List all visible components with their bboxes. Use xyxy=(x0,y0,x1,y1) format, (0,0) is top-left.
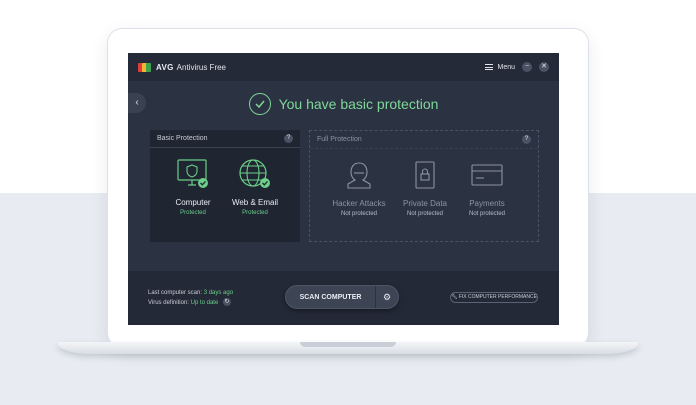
product-name: Antivirus Free xyxy=(176,62,227,72)
feature-name: Hacker Attacks xyxy=(332,199,386,208)
last-scan-label: Last computer scan: xyxy=(148,290,203,296)
check-circle-icon xyxy=(248,93,271,115)
virus-definition-label: Virus definition: xyxy=(148,300,189,306)
feature-payments[interactable]: Payments Not protected xyxy=(452,159,522,217)
feature-name: Web & Email xyxy=(231,198,279,207)
feature-computer[interactable]: Computer Protected xyxy=(158,158,228,216)
protection-headline: You have basic protection xyxy=(128,92,559,116)
feature-status: Protected xyxy=(242,210,268,216)
card-icon xyxy=(452,159,522,191)
minimize-button[interactable]: − xyxy=(522,62,532,72)
feature-web-email[interactable]: Web & Email Protected xyxy=(220,158,290,216)
scan-computer-button[interactable]: SCAN COMPUTER xyxy=(286,294,375,301)
globe-icon xyxy=(220,158,290,190)
basic-protection-panel: Basic Protection ? Computer Protected We… xyxy=(150,130,300,242)
feature-name: Computer xyxy=(175,198,211,207)
app-window: AVG Antivirus Free Menu − ✕ ‹ You have b… xyxy=(128,53,559,325)
hamburger-icon xyxy=(485,64,494,70)
feature-hacker-attacks[interactable]: Hacker Attacks Not protected xyxy=(324,159,394,217)
close-button[interactable]: ✕ xyxy=(539,62,549,72)
scan-button-group: SCAN COMPUTER ⚙ xyxy=(286,286,398,308)
help-icon[interactable]: ? xyxy=(522,135,531,144)
logo-text: AVG xyxy=(156,62,174,72)
fix-performance-label: FIX COMPUTER PERFORMANCE xyxy=(458,294,537,300)
monitor-shield-icon xyxy=(158,158,228,190)
laptop-notch xyxy=(300,342,396,347)
feature-name: Private Data xyxy=(402,199,448,208)
headline-text: You have basic protection xyxy=(278,96,439,112)
app-logo: AVG xyxy=(138,62,174,72)
menu-button[interactable]: Menu xyxy=(485,64,515,71)
avg-logo-icon xyxy=(138,62,152,72)
feature-status: Not protected xyxy=(340,211,378,217)
help-icon[interactable]: ? xyxy=(284,134,293,143)
feature-status: Not protected xyxy=(406,211,444,217)
full-protection-panel: Full Protection ? Hacker Attacks Not pro… xyxy=(309,130,539,242)
feature-private-data[interactable]: Private Data Not protected xyxy=(390,159,460,217)
gear-icon[interactable]: ⚙ xyxy=(376,292,398,303)
feature-name: Payments xyxy=(469,199,505,208)
menu-label: Menu xyxy=(497,63,515,71)
feature-status: Not protected xyxy=(468,211,506,217)
scan-info: Last computer scan: 3 days ago Virus def… xyxy=(148,288,233,308)
wrench-icon: 🔧︎ xyxy=(451,294,458,300)
fix-performance-button[interactable]: 🔧︎ FIX COMPUTER PERFORMANCE xyxy=(450,292,538,303)
bottom-bar: Last computer scan: 3 days ago Virus def… xyxy=(128,271,559,325)
hacker-icon xyxy=(324,159,394,191)
sync-icon[interactable]: ↻ xyxy=(222,298,231,307)
virus-definition-value: Up to date xyxy=(190,300,219,306)
feature-status: Protected xyxy=(180,210,206,216)
lock-icon xyxy=(390,159,460,191)
panel-title: Basic Protection xyxy=(157,135,208,142)
title-bar: AVG Antivirus Free Menu − ✕ xyxy=(128,53,559,81)
last-scan-value: 3 days ago xyxy=(203,290,234,296)
panel-title: Full Protection xyxy=(317,136,362,143)
